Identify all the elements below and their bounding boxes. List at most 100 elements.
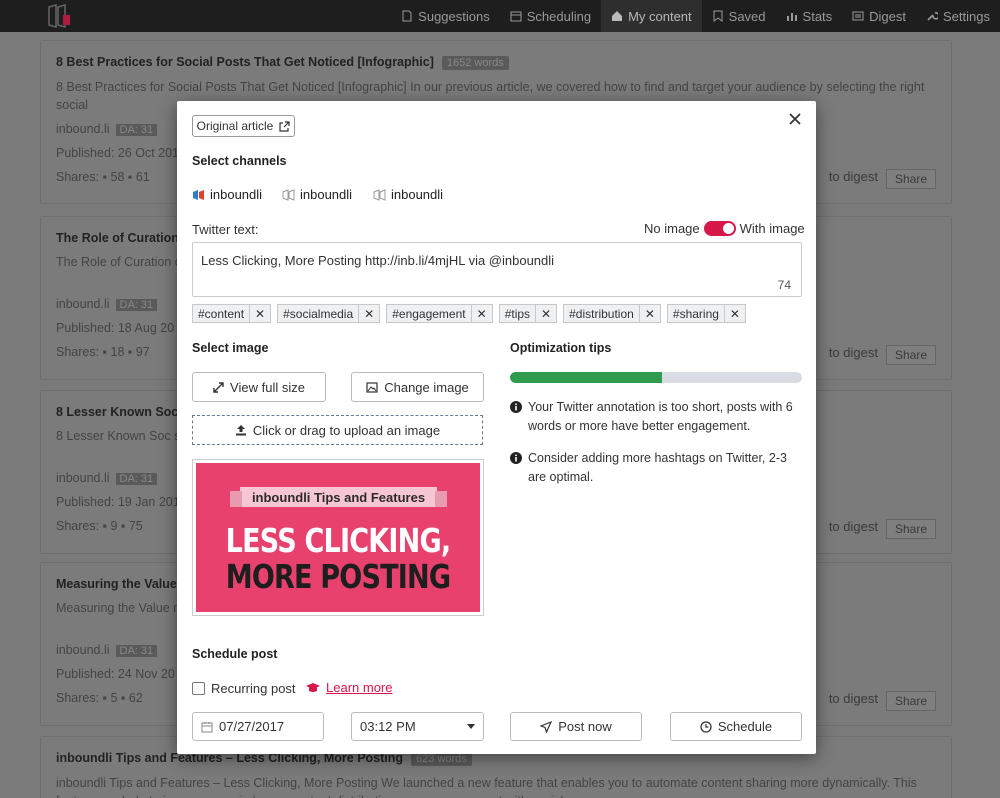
share-button[interactable]: Share: [885, 519, 936, 539]
change-image-button[interactable]: Change image: [351, 372, 484, 402]
post-now-label: Post now: [558, 719, 612, 734]
hashtag-label: #content: [198, 306, 245, 321]
nav-suggestions[interactable]: Suggestions: [391, 0, 500, 32]
select-channels-heading: Select channels: [192, 154, 287, 168]
view-full-size-button[interactable]: View full size: [192, 372, 326, 402]
with-image-label: With image: [739, 221, 805, 236]
nav-scheduling[interactable]: Scheduling: [500, 0, 601, 32]
schedule-label: Schedule: [717, 719, 773, 734]
twitter-text-label: Twitter text:: [192, 222, 259, 237]
date-value: 07/27/2017: [219, 719, 285, 734]
info-icon: [510, 401, 522, 413]
inboundli-channel-icon: [193, 189, 204, 200]
shares-label: Shares:: [56, 345, 100, 359]
remove-tag-icon[interactable]: ✕: [249, 305, 270, 322]
source-domain: inbound.li: [56, 297, 110, 311]
close-icon[interactable]: [788, 112, 802, 126]
preview-headline-2: MORE POSTING: [225, 557, 451, 596]
original-article-label: Original article: [196, 119, 274, 133]
shares-label: Shares:: [56, 691, 100, 705]
card-title[interactable]: 8 Best Practices for Social Posts That G…: [56, 55, 936, 70]
preview-headline-1: LESS CLICKING,: [225, 521, 451, 560]
da-badge: DA: 31: [115, 645, 158, 657]
external-link-icon: [279, 120, 290, 132]
to-digest-link[interactable]: to digest: [829, 691, 878, 711]
preview-ribbon: inboundli Tips and Features: [230, 487, 447, 507]
hashtag-chip[interactable]: #engagement ✕: [386, 304, 493, 323]
hashtag-chip[interactable]: #sharing ✕: [666, 304, 746, 323]
clock-icon: [700, 720, 712, 733]
source-domain: inbound.li: [56, 643, 110, 657]
hashtag-chip[interactable]: #distribution ✕: [563, 304, 661, 323]
card-excerpt: inboundli Tips and Features – Less Click…: [56, 776, 917, 798]
card-title-text: The Role of Curation: [56, 231, 179, 245]
date-input[interactable]: 07/27/2017: [192, 712, 324, 741]
nav-stats[interactable]: Stats: [776, 0, 843, 32]
nav-my-content[interactable]: My content: [601, 0, 702, 32]
fb-shares: 9: [110, 519, 118, 533]
hashtag-chip[interactable]: #content ✕: [192, 304, 272, 323]
hashtag-chip[interactable]: #tips ✕: [498, 304, 558, 323]
facebook-icon: ▪: [102, 170, 108, 184]
share-button[interactable]: Share: [885, 345, 936, 365]
original-article-button[interactable]: Original article: [192, 115, 295, 137]
linkedin-icon: ▪: [120, 519, 126, 533]
graduation-cap-icon: [306, 682, 320, 692]
to-digest-link[interactable]: to digest: [829, 345, 878, 365]
calendar-icon: [201, 721, 213, 732]
twitter-text-input[interactable]: Less Clicking, More Posting http://inb.l…: [192, 242, 802, 297]
to-digest-link[interactable]: to digest: [829, 519, 878, 539]
image-upload-dropzone[interactable]: Click or drag to upload an image: [192, 415, 483, 445]
li-shares: 62: [128, 691, 143, 705]
fb-shares: 18: [110, 345, 125, 359]
channel-twitter[interactable]: inboundli: [192, 187, 262, 202]
facebook-icon: ▪: [102, 345, 108, 359]
nav-label: My content: [628, 8, 692, 24]
nav-label: Saved: [728, 8, 766, 24]
inboundli-channel-icon: [282, 188, 295, 201]
optimization-progress-fill: [510, 372, 662, 383]
li-shares: 75: [128, 519, 143, 533]
bar-chart-icon: [786, 13, 797, 21]
remove-tag-icon[interactable]: ✕: [535, 305, 556, 322]
image-preview: inboundli Tips and Features LESS CLICKIN…: [192, 459, 484, 616]
remove-tag-icon[interactable]: ✕: [358, 305, 379, 322]
to-digest-link[interactable]: to digest: [829, 169, 878, 189]
card-actions: to digest Share: [829, 519, 936, 539]
remove-tag-icon[interactable]: ✕: [638, 305, 660, 322]
learn-more-link[interactable]: Learn more: [305, 680, 392, 695]
hashtag-label: #distribution: [569, 306, 634, 321]
linkedin-icon: ▪: [127, 170, 133, 184]
twitter-text-value: Less Clicking, More Posting http://inb.l…: [201, 253, 555, 268]
recurring-checkbox[interactable]: [192, 682, 205, 695]
view-full-size-label: View full size: [230, 379, 305, 395]
paper-plane-icon: [540, 720, 553, 733]
share-button[interactable]: Share: [885, 169, 936, 189]
share-button[interactable]: Share: [885, 691, 936, 711]
channel-linkedin[interactable]: inboundli: [282, 187, 352, 202]
home-icon: [612, 11, 623, 21]
nav-settings[interactable]: Settings: [916, 0, 1000, 32]
post-now-button[interactable]: Post now: [510, 712, 642, 741]
nav-label: Suggestions: [418, 8, 490, 24]
hashtag-chip[interactable]: #socialmedia ✕: [277, 304, 381, 323]
time-select[interactable]: 03:12 PM: [351, 712, 484, 741]
inboundli-channel-icon: [373, 188, 386, 201]
app-logo-icon[interactable]: [46, 3, 72, 29]
nav-saved[interactable]: Saved: [702, 0, 776, 32]
learn-more-label: Learn more: [326, 680, 393, 695]
schedule-button[interactable]: Schedule: [670, 712, 802, 741]
nav-digest[interactable]: Digest: [842, 0, 916, 32]
image-toggle-switch[interactable]: [703, 221, 736, 236]
da-badge: DA: 31: [115, 473, 158, 485]
word-count-badge: 1652 words: [441, 56, 509, 70]
remove-tag-icon[interactable]: ✕: [470, 305, 492, 322]
newspaper-icon: [852, 11, 864, 21]
fb-shares: 5: [110, 691, 118, 705]
remove-tag-icon[interactable]: ✕: [723, 305, 745, 322]
info-icon: [510, 452, 522, 464]
channel-facebook[interactable]: inboundli: [373, 187, 443, 202]
change-image-label: Change image: [384, 379, 469, 395]
card-title-text: 8 Best Practices for Social Posts That G…: [56, 55, 434, 69]
channel-label: inboundli: [300, 187, 353, 202]
